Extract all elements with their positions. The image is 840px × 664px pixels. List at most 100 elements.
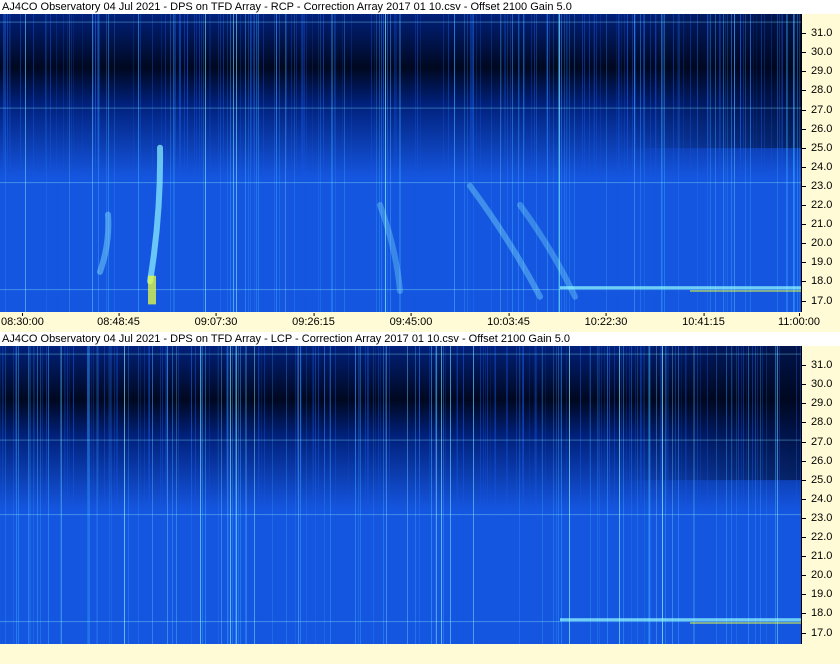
streak xyxy=(567,14,568,312)
streak xyxy=(618,14,619,312)
streak xyxy=(487,346,488,644)
streak xyxy=(675,346,676,644)
streak xyxy=(715,14,716,312)
streak xyxy=(371,14,372,312)
streak xyxy=(415,14,416,312)
y-tick-text: 21.0 xyxy=(811,218,833,231)
streak xyxy=(256,14,257,312)
streak xyxy=(386,346,387,644)
streak xyxy=(766,346,767,644)
streak xyxy=(97,14,98,312)
streak xyxy=(34,346,35,644)
streak xyxy=(415,346,416,644)
streak xyxy=(500,14,501,312)
streak xyxy=(178,346,179,644)
streak xyxy=(643,346,644,644)
rcp-spectrogram xyxy=(0,14,801,312)
streak xyxy=(342,14,343,312)
streak xyxy=(668,346,669,644)
streak xyxy=(510,14,511,312)
y-tick-text: 25.0 xyxy=(811,141,833,154)
streak xyxy=(708,14,709,312)
streak xyxy=(738,346,739,644)
x-tick-label: 10:22:30 xyxy=(584,313,628,328)
streak xyxy=(655,14,656,312)
streak xyxy=(627,14,628,312)
streak xyxy=(226,346,227,644)
streak xyxy=(601,346,602,644)
streak xyxy=(276,14,277,312)
streak xyxy=(663,14,664,312)
streak xyxy=(761,14,762,312)
interference-band xyxy=(690,622,801,624)
streak xyxy=(254,346,255,644)
streak xyxy=(238,346,239,644)
streak xyxy=(312,346,313,644)
streak xyxy=(246,346,247,644)
x-tick-label: 10:03:45 xyxy=(487,313,530,328)
streak xyxy=(194,14,195,312)
streak xyxy=(707,14,708,312)
streak xyxy=(522,346,523,644)
streak xyxy=(566,346,567,644)
streak xyxy=(507,14,508,312)
streak xyxy=(545,346,546,644)
streak xyxy=(793,14,794,312)
streak xyxy=(148,346,149,644)
streak xyxy=(707,346,708,644)
streak xyxy=(16,346,17,644)
streak xyxy=(82,14,83,312)
streak xyxy=(564,14,565,312)
streak xyxy=(286,14,287,312)
y-tick-text: 24.0 xyxy=(811,492,833,505)
streak xyxy=(621,14,622,312)
streak xyxy=(359,346,360,644)
streak xyxy=(584,14,585,312)
streak xyxy=(797,14,798,312)
streak xyxy=(5,346,6,644)
streak xyxy=(348,346,349,644)
streak xyxy=(450,346,451,644)
y-tick-text: 28.0 xyxy=(811,416,833,429)
streak xyxy=(87,346,88,644)
interference-band xyxy=(690,290,801,292)
streak xyxy=(467,14,468,312)
streak xyxy=(589,346,590,644)
streak xyxy=(616,14,617,312)
streak xyxy=(740,14,741,312)
streak xyxy=(756,14,757,312)
streak xyxy=(4,14,5,312)
y-tick-text: 22.0 xyxy=(811,199,833,211)
streak xyxy=(383,14,384,312)
streak xyxy=(558,346,559,644)
streak xyxy=(644,14,645,312)
streak xyxy=(313,346,314,644)
streak xyxy=(301,14,302,312)
streak xyxy=(743,346,744,644)
streak xyxy=(589,14,590,312)
streak xyxy=(209,14,210,312)
streak xyxy=(368,346,369,644)
streak xyxy=(746,346,747,644)
lcp-panel: AJ4CO Observatory 04 Jul 2021 - DPS on T… xyxy=(0,332,840,664)
streak xyxy=(230,14,231,312)
streak xyxy=(140,346,141,644)
streak xyxy=(329,346,330,644)
streak xyxy=(203,14,204,312)
streak xyxy=(667,346,668,644)
streak xyxy=(365,346,366,644)
streak xyxy=(15,346,16,644)
streak xyxy=(50,14,51,312)
streak xyxy=(549,14,550,312)
streak xyxy=(435,346,436,644)
streak xyxy=(89,346,90,644)
streak xyxy=(794,14,795,312)
streak xyxy=(18,346,19,644)
streak xyxy=(736,346,737,644)
rcp-panel: AJ4CO Observatory 04 Jul 2021 - DPS on T… xyxy=(0,0,840,331)
streak xyxy=(519,346,520,644)
streak xyxy=(37,346,38,644)
streak xyxy=(291,14,292,312)
streak xyxy=(373,346,374,644)
streak xyxy=(258,14,259,312)
